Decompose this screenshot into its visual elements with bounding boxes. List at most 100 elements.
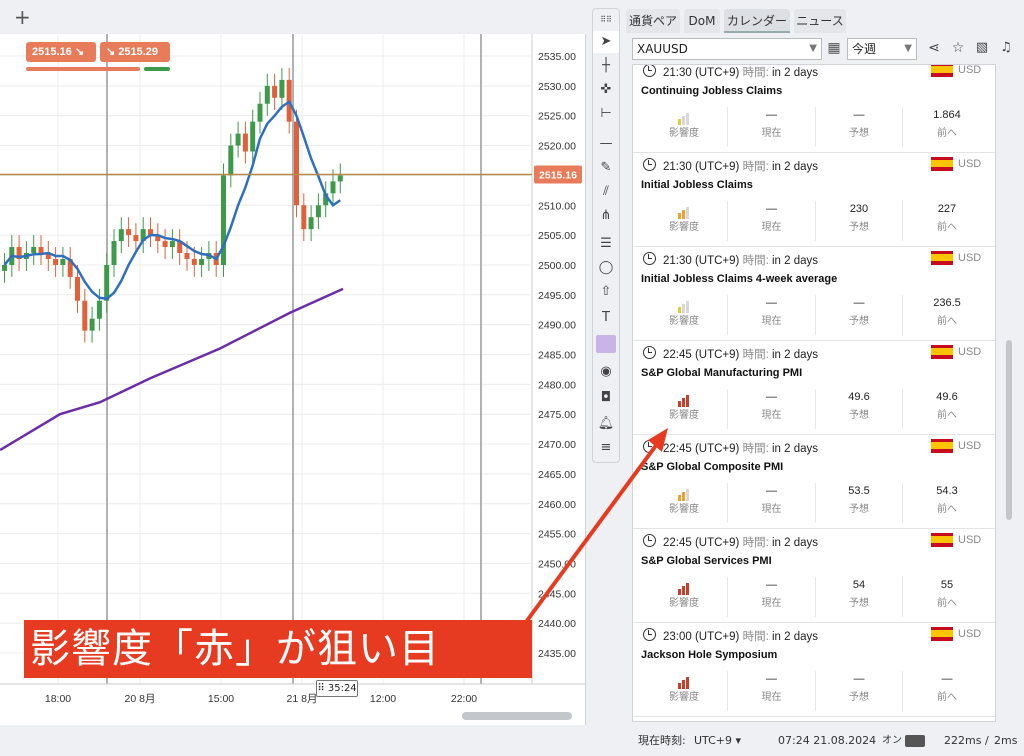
event-forecast-cell: — 予想: [816, 295, 903, 335]
price-tick-label: 2435.00: [538, 648, 576, 660]
color-swatch[interactable]: [593, 333, 619, 355]
pointer-icon[interactable]: ➤: [593, 31, 619, 53]
flag-icon: [931, 251, 953, 265]
crosshair-icon[interactable]: ┼: [593, 55, 619, 77]
candle-body: [118, 229, 124, 242]
latency-2: 2ms: [994, 734, 1018, 747]
candle-body: [111, 241, 117, 265]
candle-body: [337, 175, 343, 182]
event-forecast-label: 予想: [849, 222, 869, 233]
fibonacci-icon[interactable]: ☰: [593, 233, 619, 255]
event-impact-label: 影響度: [669, 598, 699, 609]
calendar-icon[interactable]: ▦: [825, 40, 843, 58]
chart-area[interactable]: + 2535.002530.002525.002520.002515.00251…: [0, 0, 586, 725]
period-select[interactable]: 今週 ▼: [847, 38, 917, 60]
event-current-cell: — 現在: [729, 483, 816, 523]
tab-news[interactable]: ニュース: [794, 9, 846, 33]
calendar-event[interactable]: 22:45 (UTC+9) 時間: in 2 days USD S&P Global…: [633, 529, 995, 623]
impact-bars-icon: [678, 391, 690, 407]
dot-icon[interactable]: ◉: [593, 361, 619, 383]
tab-calendar[interactable]: カレンダー: [724, 9, 790, 33]
event-forecast-label: 予想: [849, 316, 869, 327]
candle-body: [257, 103, 263, 122]
clock-icon: [643, 628, 656, 641]
impact-bars-icon: [678, 203, 690, 219]
move-icon[interactable]: ✜: [593, 79, 619, 101]
calendar-event[interactable]: 22:45 (UTC+9) 時間: in 2 days USD S&P Global…: [633, 435, 995, 529]
ellipse-icon[interactable]: ◯: [593, 257, 619, 279]
event-current-value: —: [766, 673, 777, 685]
pen-icon[interactable]: ✎: [593, 157, 619, 179]
sell-volume-bar: [26, 67, 140, 71]
event-current-value: —: [766, 203, 777, 215]
calendar-event[interactable]: 21:30 (UTC+9) 時間: in 2 days USD Initial Jo…: [633, 247, 995, 341]
share-icon[interactable]: ⋖: [924, 40, 944, 60]
candle-body: [272, 85, 278, 98]
event-impact-label: 影響度: [669, 504, 699, 515]
arrow-shape-icon[interactable]: ⇧: [593, 281, 619, 303]
sell-price-button[interactable]: 2515.16 ↘: [26, 42, 96, 62]
candle-body: [301, 205, 307, 230]
flag-icon: [931, 65, 953, 77]
event-current-label: 現在: [761, 598, 782, 609]
settings-list-icon[interactable]: ≡: [593, 437, 619, 459]
channel-icon[interactable]: ⫽: [593, 181, 619, 203]
event-current-value: —: [766, 391, 777, 403]
event-current-label: 現在: [761, 410, 782, 421]
chart-image-icon[interactable]: ▧: [972, 40, 992, 60]
event-title: Continuing Jobless Claims: [641, 85, 783, 97]
text-icon[interactable]: T: [593, 307, 619, 329]
calendar-event[interactable]: 21:30 (UTC+9) 時間: in 2 days USD Initial Jo…: [633, 153, 995, 247]
buy-price-button[interactable]: ↘ 2515.29: [100, 42, 170, 62]
calendar-event[interactable]: 22:45 (UTC+9) 時間: in 2 days USD S&P Global…: [633, 341, 995, 435]
event-previous-label: 前へ: [937, 598, 957, 609]
symbol-select[interactable]: XAUUSD ▼: [632, 38, 822, 60]
calendar-event[interactable]: 21:30 (UTC+9) 時間: in 2 days USD Continuing…: [633, 65, 995, 153]
event-previous-cell: 227 前へ: [904, 201, 991, 241]
time-tick-label: 12:00: [370, 693, 396, 705]
price-tick-label: 2450.00: [538, 558, 576, 570]
impact-bars-icon: [678, 109, 690, 125]
event-forecast-value: —: [853, 297, 865, 309]
panel-tabs: 通貨ペア DoM カレンダー ニュース: [626, 8, 1020, 34]
toggle-switch[interactable]: [905, 735, 925, 747]
measure-icon[interactable]: ⊢: [593, 103, 619, 125]
calendar-controls: XAUUSD ▼ ▦ 今週 ▼ ⋖ ☆ ▧ ♫: [630, 38, 1020, 62]
event-impact-label: 影響度: [669, 316, 699, 327]
price-tick-label: 2440.00: [538, 618, 576, 630]
tab-dom[interactable]: DoM: [684, 9, 720, 33]
event-current-label: 現在: [761, 316, 782, 327]
event-forecast-label: 予想: [849, 598, 869, 609]
camera-icon[interactable]: ◘: [593, 387, 619, 409]
event-current-value: —: [766, 485, 777, 497]
candle-body: [162, 241, 168, 248]
event-list: 21:30 (UTC+9) 時間: in 2 days USD Continuing…: [632, 64, 996, 722]
event-forecast-cell: 230 予想: [816, 201, 903, 241]
horizontal-scrollbar[interactable]: [462, 712, 572, 720]
event-current-label: 現在: [761, 504, 782, 515]
event-forecast-cell: 54 予想: [816, 577, 903, 617]
event-title: Initial Jobless Claims 4-week average: [641, 273, 838, 285]
price-tick-label: 2525.00: [538, 111, 576, 123]
event-current-value: —: [766, 109, 777, 121]
vertical-scrollbar[interactable]: [1006, 340, 1012, 520]
event-previous-label: 前へ: [937, 504, 957, 515]
calendar-event[interactable]: 23:00 (UTC+9) 時間: in 2 days USD Jackson Ho…: [633, 623, 995, 717]
event-impact-cell: 影響度: [641, 483, 728, 523]
line-icon[interactable]: —: [593, 133, 619, 155]
bell-icon[interactable]: 🔔︎: [593, 413, 619, 435]
price-tick-label: 2500.00: [538, 260, 576, 272]
pitchfork-icon[interactable]: ⋔: [593, 205, 619, 227]
event-time: 23:00 (UTC+9) 時間: in 2 days: [663, 631, 819, 643]
candle-body: [191, 258, 197, 265]
timezone-select[interactable]: UTC+9 ▾: [694, 728, 741, 754]
event-current-cell: — 現在: [729, 577, 816, 617]
event-forecast-cell: — 予想: [816, 107, 903, 147]
tab-currency-pairs[interactable]: 通貨ペア: [626, 9, 680, 33]
add-tab-button[interactable]: +: [14, 4, 31, 30]
event-forecast-label: 予想: [849, 692, 869, 703]
candle-body: [104, 264, 110, 301]
star-icon[interactable]: ☆: [948, 40, 968, 60]
bell-icon[interactable]: ♫: [996, 40, 1016, 60]
event-previous-value: —: [941, 673, 953, 685]
